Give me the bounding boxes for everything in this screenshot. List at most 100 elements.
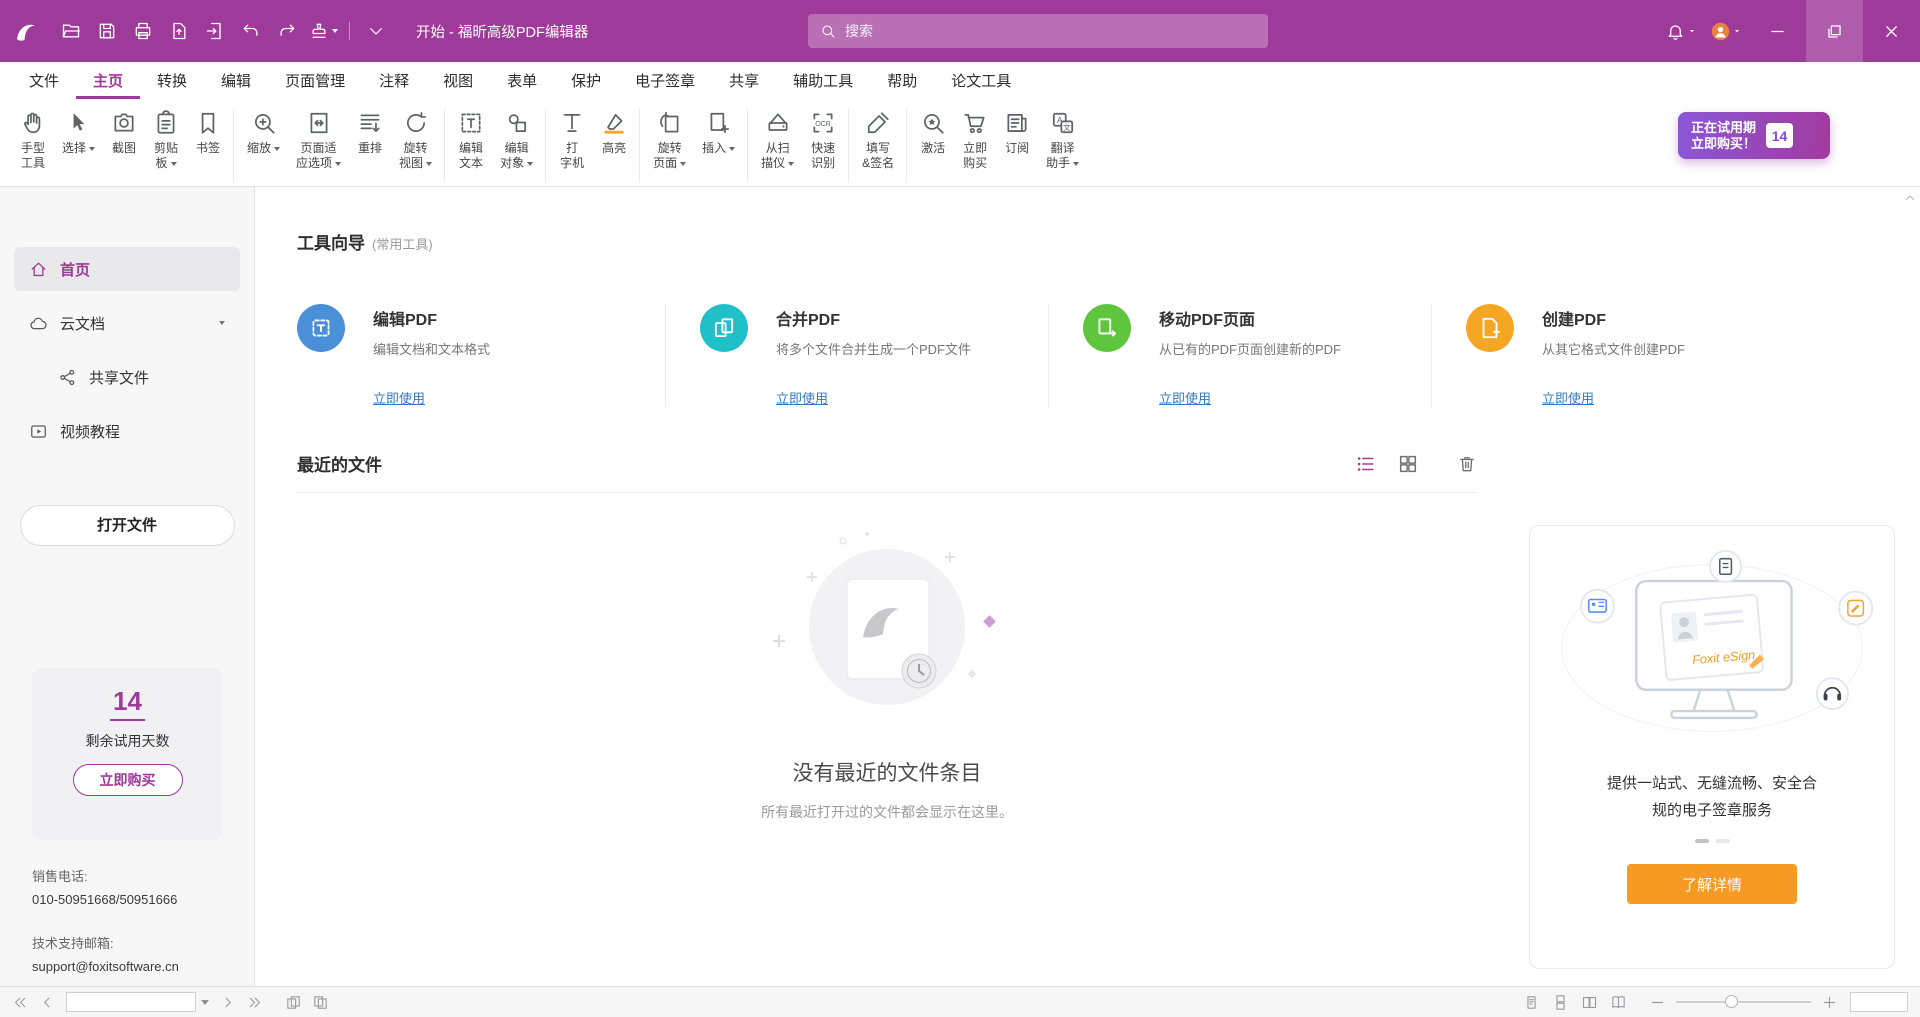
ribbon-button[interactable]: 编辑 文本 (450, 108, 492, 182)
zoom-in-icon[interactable] (1821, 994, 1838, 1011)
grid-view-icon[interactable] (1397, 453, 1419, 475)
trial-badge-line2: 立即购买！ (1691, 136, 1756, 152)
ribbon-button[interactable]: 打 字机 (551, 108, 593, 182)
menu-item[interactable]: 视图 (426, 62, 490, 99)
carousel-dot-active[interactable] (1695, 839, 1709, 843)
titlebar-tool-button[interactable] (125, 11, 161, 51)
ribbon-button[interactable]: 缩放 (239, 108, 288, 182)
ribbon-button[interactable]: 高亮 (593, 108, 640, 182)
menu-item-label: 视图 (443, 70, 473, 91)
ribbon-button[interactable]: 旋转 页面 (645, 108, 694, 182)
titlebar-tool-button[interactable] (305, 11, 341, 51)
prev-view-icon[interactable] (285, 994, 302, 1011)
titlebar-tool-button[interactable] (269, 11, 305, 51)
zoom-out-icon[interactable] (1649, 994, 1666, 1011)
notifications-button[interactable] (1666, 22, 1697, 41)
trial-buy-badge[interactable]: 正在试用期 立即购买！ 14 (1678, 112, 1830, 159)
ribbon-button[interactable]: 选择 (54, 108, 103, 182)
restore-button[interactable] (1806, 0, 1863, 62)
global-search[interactable] (808, 14, 1268, 48)
account-button[interactable] (1711, 22, 1742, 41)
continuous-icon[interactable] (1552, 994, 1569, 1011)
menu-item[interactable]: 注释 (362, 62, 426, 99)
promo-carousel-dots[interactable] (1695, 839, 1730, 843)
titlebar-tool-button[interactable] (89, 11, 125, 51)
ribbon-button[interactable]: 重排 (349, 108, 391, 182)
titlebar-tool-button[interactable] (161, 11, 197, 51)
menu-item[interactable]: 辅助工具 (776, 62, 870, 99)
menu-item[interactable]: 表单 (490, 62, 554, 99)
use-now-link[interactable]: 立即使用 (776, 388, 1048, 407)
minimize-button[interactable] (1749, 0, 1806, 62)
ribbon-button[interactable]: 书签 (187, 108, 234, 182)
menu-item[interactable]: 编辑 (204, 62, 268, 99)
menu-item[interactable]: 转换 (140, 62, 204, 99)
ribbon-toolbar: 手型 工具 选择 截图 剪贴 板 (0, 99, 1920, 187)
list-view-icon[interactable] (1355, 453, 1377, 475)
menu-item[interactable]: 电子签章 (618, 62, 712, 99)
next-page-icon[interactable] (219, 994, 236, 1011)
search-input[interactable] (845, 23, 1256, 39)
ribbon-button[interactable]: 立即 购买 (954, 108, 996, 182)
ribbon-button[interactable]: 激活 (912, 108, 954, 182)
ribbon-button[interactable]: 填写 &签名 (854, 108, 907, 182)
use-now-link[interactable]: 立即使用 (1542, 388, 1814, 407)
trash-icon[interactable] (1457, 454, 1477, 474)
ribbon-button[interactable]: 手型 工具 (12, 108, 54, 182)
zoom-slider-thumb[interactable] (1725, 995, 1738, 1008)
ribbon-button[interactable]: 旋转 视图 (391, 108, 445, 182)
close-button[interactable] (1863, 0, 1920, 62)
facing-icon[interactable] (1581, 994, 1598, 1011)
zoom-slider[interactable] (1676, 1001, 1811, 1003)
ribbon-button[interactable]: 页面适 应选项 (288, 108, 349, 182)
book-view-icon[interactable] (1610, 994, 1627, 1011)
titlebar-tool-button[interactable] (197, 11, 233, 51)
tool-card[interactable]: 创建PDF 从其它格式文件创建PDF 立即使用 (1431, 304, 1814, 407)
page-dropdown-caret-icon[interactable] (201, 1000, 209, 1005)
use-now-link[interactable]: 立即使用 (1159, 388, 1431, 407)
ribbon-button[interactable]: 订阅 (996, 108, 1038, 182)
tool-card[interactable]: 合并PDF 将多个文件合并生成一个PDF文件 立即使用 (665, 304, 1048, 407)
buy-now-button[interactable]: 立即购买 (73, 764, 183, 796)
home-icon (29, 260, 48, 279)
first-page-icon[interactable] (12, 994, 29, 1011)
titlebar-tool-button[interactable] (53, 11, 89, 51)
ribbon-button[interactable]: 从扫 描仪 (753, 108, 802, 182)
ribbon-button[interactable]: 截图 (103, 108, 145, 182)
menu-item[interactable]: 文件 (12, 62, 76, 99)
menu-item[interactable]: 主页 (76, 62, 140, 99)
ribbon-button-label: 高亮 (602, 141, 626, 155)
ribbon-button[interactable]: OCR 快速 识别 (802, 108, 849, 182)
menu-item[interactable]: 帮助 (870, 62, 934, 99)
chevron-up-icon[interactable] (1904, 192, 1916, 204)
sidebar-item[interactable]: 共享文件 (14, 355, 240, 399)
ribbon-button[interactable]: 插入 (694, 108, 748, 182)
tool-card[interactable]: 编辑PDF 编辑文档和文本格式 立即使用 (297, 304, 665, 407)
support-email-value: support@foxitsoftware.cn (32, 955, 179, 978)
ribbon-button[interactable]: 剪贴 板 (145, 108, 187, 182)
ribbon-button[interactable]: 编辑 对象 (492, 108, 546, 182)
menu-item[interactable]: 共享 (712, 62, 776, 99)
sidebar-item[interactable]: 云文档 (14, 301, 240, 345)
use-now-link[interactable]: 立即使用 (373, 388, 665, 407)
next-view-icon[interactable] (312, 994, 329, 1011)
single-page-icon[interactable] (1523, 994, 1540, 1011)
zoom-level-input[interactable] (1850, 992, 1908, 1012)
menu-item[interactable]: 保护 (554, 62, 618, 99)
carousel-dot[interactable] (1716, 839, 1730, 843)
menu-item[interactable]: 论文工具 (934, 62, 1028, 99)
last-page-icon[interactable] (246, 994, 263, 1011)
activate-icon (920, 110, 946, 136)
page-number-input[interactable] (66, 992, 196, 1012)
prev-page-icon[interactable] (39, 994, 56, 1011)
menu-item-label: 共享 (729, 70, 759, 91)
open-file-button[interactable]: 打开文件 (20, 505, 235, 546)
titlebar-tool-button[interactable] (233, 11, 269, 51)
collapse-ribbon-button[interactable] (358, 11, 394, 51)
learn-more-button[interactable]: 了解详情 (1627, 864, 1797, 904)
sidebar-item[interactable]: 首页 (14, 247, 240, 291)
sidebar-item[interactable]: 视频教程 (14, 409, 240, 453)
tool-card[interactable]: 移动PDF页面 从已有的PDF页面创建新的PDF 立即使用 (1048, 304, 1431, 407)
ribbon-button[interactable]: A文 翻译 助手 (1038, 108, 1087, 182)
menu-item[interactable]: 页面管理 (268, 62, 362, 99)
